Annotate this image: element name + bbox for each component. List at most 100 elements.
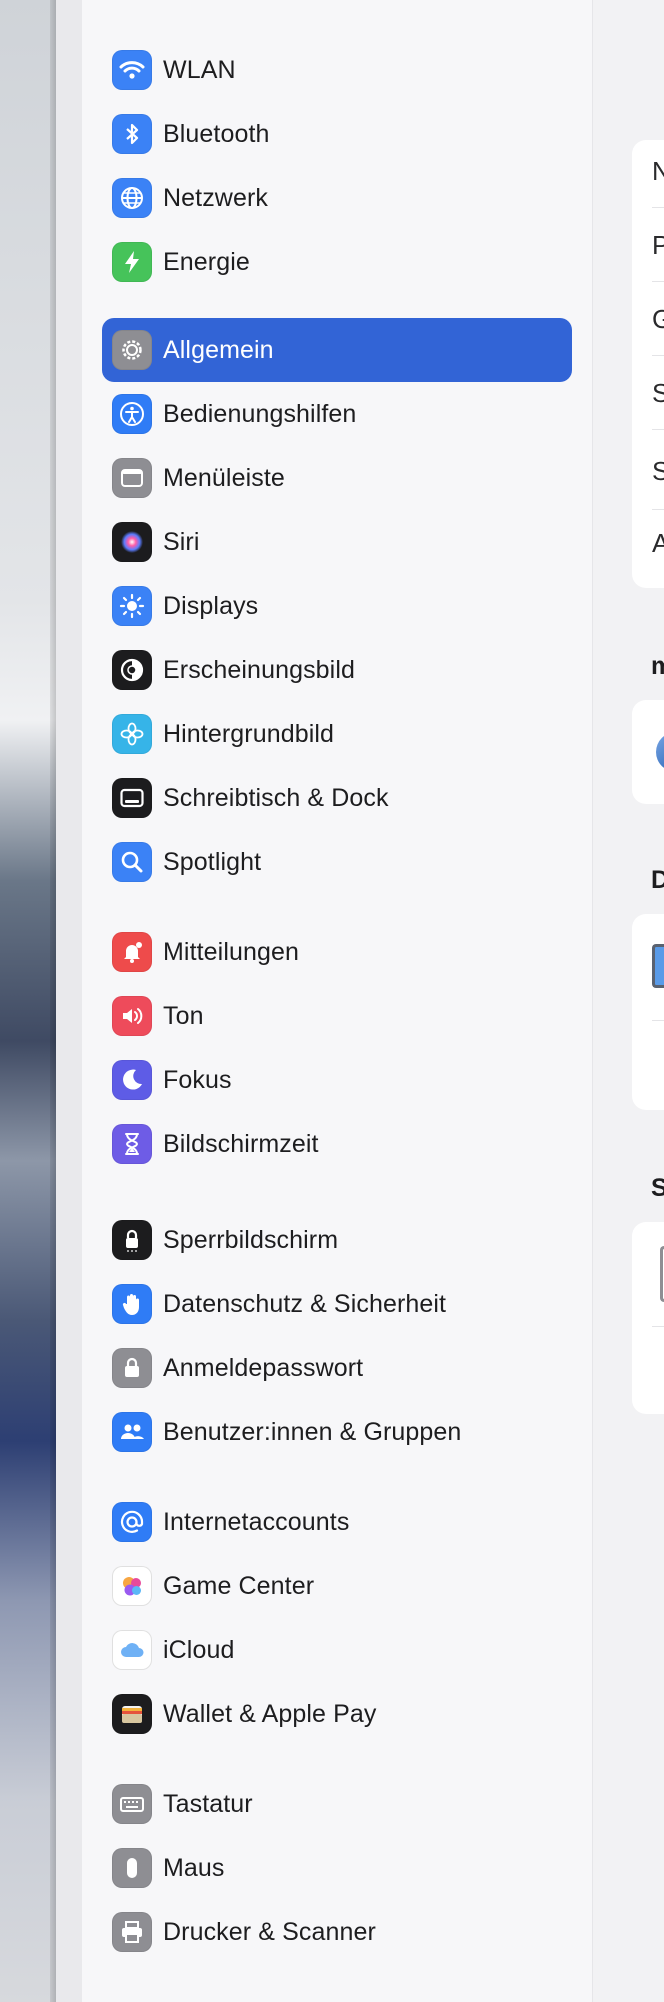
sidebar-item-label: Game Center (163, 1571, 315, 1600)
sidebar-item-label: Mitteilungen (163, 937, 300, 966)
row-divider (652, 207, 664, 208)
bell-icon (112, 932, 152, 972)
sidebar-item-benutzer-innen-gruppen[interactable]: Benutzer:innen & Gruppen (102, 1400, 572, 1464)
sidebar-item-label: Wallet & Apple Pay (163, 1699, 377, 1728)
sidebar-item-label: Datenschutz & Sicherheit (163, 1289, 447, 1318)
desktop-wallpaper (0, 0, 56, 2002)
hand-icon (112, 1284, 152, 1324)
sidebar-group: Sperrbildschirm Datenschutz & Sicherheit A… (102, 1208, 572, 1464)
sidebar-item-energie[interactable]: Energie (102, 230, 572, 294)
sidebar-item-bluetooth[interactable]: Bluetooth (102, 102, 572, 166)
sidebar-item-label: Benutzer:innen & Gruppen (163, 1417, 462, 1446)
keyboard-icon (112, 1784, 152, 1824)
flower-icon (112, 714, 152, 754)
window-edge (56, 0, 82, 2002)
sidebar-item-label: Tastatur (163, 1789, 253, 1818)
sidebar-item-drucker-scanner[interactable]: Drucker & Scanner (102, 1900, 572, 1964)
sidebar-item-menüleiste[interactable]: Menüleiste (102, 446, 572, 510)
sidebar-item-label: Bedienungshilfen (163, 399, 357, 428)
magnifier-icon (112, 842, 152, 882)
content-row[interactable]: P (652, 230, 664, 261)
sidebar-item-internetaccounts[interactable]: Internetaccounts (102, 1490, 572, 1554)
section-title: D (651, 866, 664, 894)
sun-icon (112, 586, 152, 626)
sidebar-item-bedienungshilfen[interactable]: Bedienungshilfen (102, 382, 572, 446)
sidebar-item-mitteilungen[interactable]: Mitteilungen (102, 920, 572, 984)
sidebar-item-label: iCloud (163, 1635, 235, 1664)
sidebar-item-tastatur[interactable]: Tastatur (102, 1772, 572, 1836)
sidebar-item-label: Energie (163, 247, 250, 276)
section-title: m (651, 652, 664, 680)
sidebar-item-label: Spotlight (163, 847, 262, 876)
sidebar-item-spotlight[interactable]: Spotlight (102, 830, 572, 894)
wallet-icon (112, 1694, 152, 1734)
siri-icon (112, 522, 152, 562)
sidebar-item-bildschirmzeit[interactable]: Bildschirmzeit (102, 1112, 572, 1176)
lock-icon (112, 1348, 152, 1388)
dock-icon (112, 778, 152, 818)
sidebar-item-label: Menüleiste (163, 463, 285, 492)
sidebar-item-label: Netzwerk (163, 183, 268, 212)
content-row[interactable]: G (652, 304, 664, 335)
sidebar-item-label: Siri (163, 527, 200, 556)
row-divider (652, 429, 664, 430)
content-row[interactable]: N (652, 156, 664, 187)
sidebar-item-label: Bluetooth (163, 119, 270, 148)
content-row[interactable]: S (652, 378, 664, 409)
sidebar-item-label: Allgemein (163, 335, 274, 364)
sidebar-item-displays[interactable]: Displays (102, 574, 572, 638)
section-title: S (651, 1174, 664, 1202)
globe-icon (112, 178, 152, 218)
sidebar-item-label: Internetaccounts (163, 1507, 350, 1536)
sidebar-item-label: Fokus (163, 1065, 232, 1094)
content-row[interactable]: S (652, 456, 664, 487)
sidebar-item-label: Ton (163, 1001, 204, 1030)
sidebar-item-label: Bildschirmzeit (163, 1129, 319, 1158)
mouse-icon (112, 1848, 152, 1888)
sidebar-item-label: Schreibtisch & Dock (163, 783, 389, 812)
wifi-icon (112, 50, 152, 90)
at-icon (112, 1502, 152, 1542)
sidebar-item-wallet-apple-pay[interactable]: Wallet & Apple Pay (102, 1682, 572, 1746)
sidebar-item-netzwerk[interactable]: Netzwerk (102, 166, 572, 230)
sidebar-group: Tastatur Maus Drucker & Scanner (102, 1772, 572, 1964)
row-divider (652, 1326, 664, 1327)
row-divider (652, 509, 664, 510)
sidebar-item-label: Anmeldepasswort (163, 1353, 364, 1382)
sidebar-item-anmeldepasswort[interactable]: Anmeldepasswort (102, 1336, 572, 1400)
sidebar-item-label: WLAN (163, 55, 236, 84)
lock-screen-icon (112, 1220, 152, 1260)
sidebar-item-datenschutz-sicherheit[interactable]: Datenschutz & Sicherheit (102, 1272, 572, 1336)
bolt-icon (112, 242, 152, 282)
sidebar-item-allgemein[interactable]: Allgemein (102, 318, 572, 382)
speaker-icon (112, 996, 152, 1036)
sidebar-item-hintergrundbild[interactable]: Hintergrundbild (102, 702, 572, 766)
sidebar-item-label: Hintergrundbild (163, 719, 335, 748)
sidebar-item-wlan[interactable]: WLAN (102, 38, 572, 102)
sidebar-item-schreibtisch-dock[interactable]: Schreibtisch & Dock (102, 766, 572, 830)
row-divider (652, 355, 664, 356)
sidebar-group: WLAN Bluetooth Netzwerk Energie (102, 38, 572, 294)
printer-icon (112, 1912, 152, 1952)
sidebar-item-label: Erscheinungsbild (163, 655, 355, 684)
sidebar-item-sperrbildschirm[interactable]: Sperrbildschirm (102, 1208, 572, 1272)
cloud-icon (112, 1630, 152, 1670)
sidebar-item-siri[interactable]: Siri (102, 510, 572, 574)
sidebar-item-label: Drucker & Scanner (163, 1917, 376, 1946)
gear-icon (112, 330, 152, 370)
sidebar-item-erscheinungsbild[interactable]: Erscheinungsbild (102, 638, 572, 702)
menubar-icon (112, 458, 152, 498)
sidebar-item-ton[interactable]: Ton (102, 984, 572, 1048)
accessibility-icon (112, 394, 152, 434)
appearance-icon (112, 650, 152, 690)
sidebar-item-label: Displays (163, 591, 259, 620)
display-thumbnail[interactable] (652, 944, 664, 988)
sidebar-item-maus[interactable]: Maus (102, 1836, 572, 1900)
sidebar-group: Mitteilungen Ton Fokus Bildschirmzeit (102, 920, 572, 1176)
row-divider (652, 1020, 664, 1021)
sidebar-item-game-center[interactable]: Game Center (102, 1554, 572, 1618)
sidebar-item-fokus[interactable]: Fokus (102, 1048, 572, 1112)
sidebar-item-icloud[interactable]: iCloud (102, 1618, 572, 1682)
users-icon (112, 1412, 152, 1452)
content-row[interactable]: A (652, 528, 664, 559)
